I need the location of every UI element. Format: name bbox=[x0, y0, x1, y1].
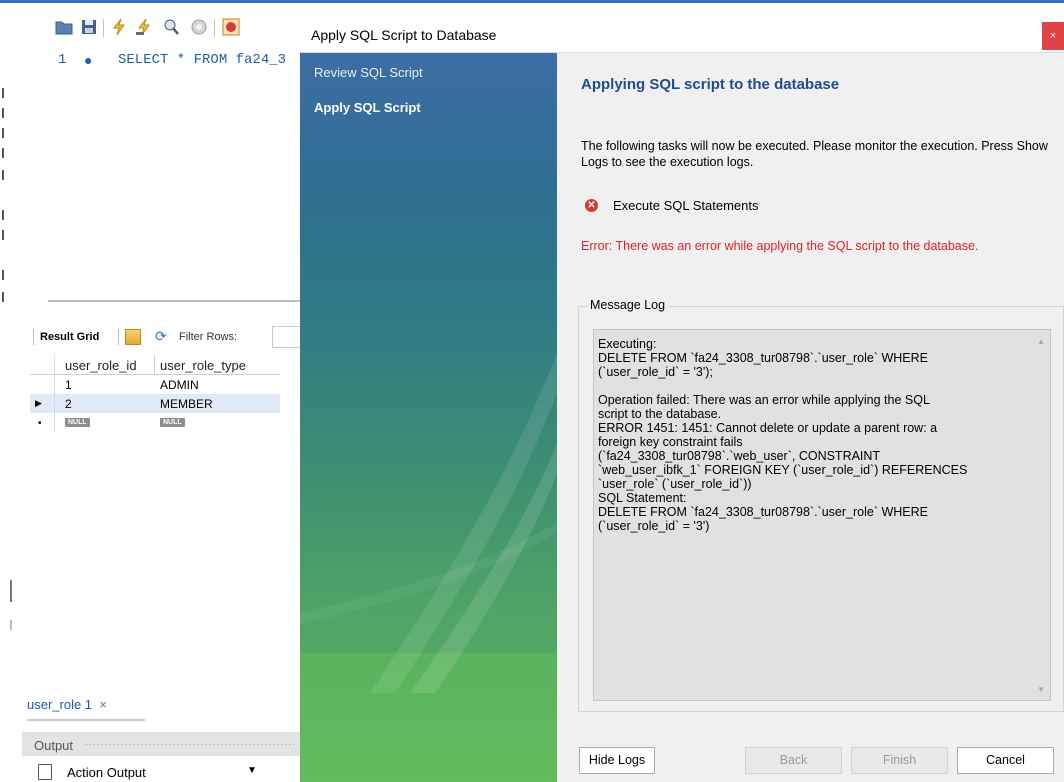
error-icon: ✕ bbox=[585, 199, 598, 212]
toolbar-separator bbox=[33, 329, 34, 345]
close-icon[interactable]: × bbox=[99, 697, 107, 712]
scroll-up-icon[interactable]: ▲ bbox=[1037, 337, 1045, 346]
dialog-title: Apply SQL Script to Database bbox=[311, 27, 497, 43]
step-apply-sql-script: Apply SQL Script bbox=[314, 100, 421, 115]
output-panel-title: Output bbox=[34, 738, 74, 753]
error-message: Error: There was an error while applying… bbox=[581, 239, 979, 253]
editor-results-splitter[interactable] bbox=[48, 300, 300, 302]
row-header-cell[interactable] bbox=[30, 375, 55, 394]
current-row-arrow-icon: ▶ bbox=[35, 398, 42, 408]
tab-underline bbox=[27, 719, 145, 721]
execute-current-statement-icon[interactable] bbox=[135, 18, 153, 36]
decorative-swoosh bbox=[300, 353, 557, 693]
page-title: Applying SQL script to the database bbox=[581, 76, 840, 93]
gutter-mark bbox=[2, 270, 4, 280]
toggle-error-icon[interactable] bbox=[222, 18, 240, 36]
step-review-sql-script: Review SQL Script bbox=[314, 65, 423, 80]
execute-lightning-icon[interactable] bbox=[110, 18, 128, 36]
apply-sql-script-dialog: Apply SQL Script to Database × Review SQ… bbox=[300, 18, 1064, 782]
dialog-titlebar[interactable]: Apply SQL Script to Database × bbox=[300, 18, 1064, 53]
gutter-mark bbox=[2, 148, 4, 158]
gutter-mark bbox=[2, 210, 4, 220]
row-header-cell[interactable]: • bbox=[30, 413, 55, 432]
column-header-user-role-type[interactable]: user_role_type bbox=[160, 358, 246, 373]
cell-user-role-type[interactable]: MEMBER bbox=[160, 397, 213, 411]
grid-header-row: user_role_id user_role_type bbox=[30, 355, 280, 375]
back-button[interactable]: Back bbox=[745, 747, 842, 774]
message-log-title: Message Log bbox=[587, 298, 669, 312]
message-log-text[interactable]: Executing: DELETE FROM `fa24_3308_tur087… bbox=[598, 337, 1026, 533]
gutter-mark bbox=[2, 292, 4, 302]
new-row-marker-icon: • bbox=[38, 418, 42, 429]
row-header-cell bbox=[30, 355, 55, 374]
gutter-mark bbox=[2, 108, 4, 118]
sql-editor[interactable]: 1 ● SELECT * FROM fa24_3 bbox=[8, 50, 300, 295]
hide-logs-button[interactable]: Hide Logs bbox=[579, 747, 655, 774]
gutter-mark bbox=[2, 230, 4, 240]
toolbar-separator bbox=[103, 19, 104, 37]
gutter-mark bbox=[2, 128, 4, 138]
copy-icon[interactable] bbox=[38, 764, 52, 780]
wizard-steps-panel: Review SQL Script Apply SQL Script bbox=[300, 53, 557, 782]
output-type-selector[interactable]: Action Output ▼ bbox=[22, 762, 300, 782]
scroll-down-icon[interactable]: ▼ bbox=[1037, 685, 1045, 694]
vertical-scrollbar[interactable]: ▲ ▼ bbox=[1032, 330, 1050, 700]
window-top-accent bbox=[0, 0, 1064, 3]
gutter-mark bbox=[10, 580, 12, 602]
instructions-text: The following tasks will now be executed… bbox=[581, 139, 1048, 169]
column-divider[interactable] bbox=[154, 355, 155, 374]
row-header-cell[interactable]: ▶ bbox=[30, 394, 55, 413]
output-panel-header: Output bbox=[22, 732, 300, 756]
left-sidebar-edge bbox=[0, 60, 8, 660]
null-badge[interactable]: NULL bbox=[65, 418, 90, 427]
new-row[interactable]: • NULL NULL bbox=[30, 413, 280, 432]
column-header-user-role-id[interactable]: user_role_id bbox=[65, 358, 137, 373]
panel-grip[interactable] bbox=[84, 743, 294, 746]
toolbar-separator bbox=[214, 19, 215, 37]
cell-user-role-id[interactable]: 2 bbox=[65, 397, 72, 411]
grid-view-icon[interactable] bbox=[125, 329, 141, 345]
line-number: 1 bbox=[58, 52, 67, 68]
refresh-icon[interactable]: ⟳ bbox=[155, 328, 167, 345]
null-badge[interactable]: NULL bbox=[160, 418, 185, 427]
cancel-button[interactable]: Cancel bbox=[957, 747, 1054, 774]
message-log-textarea[interactable]: Executing: DELETE FROM `fa24_3308_tur087… bbox=[593, 329, 1051, 701]
explain-magnifier-icon[interactable] bbox=[162, 18, 180, 36]
close-button[interactable]: × bbox=[1042, 22, 1064, 50]
save-icon[interactable] bbox=[80, 18, 98, 36]
open-folder-icon[interactable] bbox=[55, 18, 73, 36]
filter-rows-label: Filter Rows: bbox=[179, 331, 238, 343]
cell-user-role-type[interactable]: ADMIN bbox=[160, 378, 199, 392]
stop-icon[interactable] bbox=[190, 18, 208, 36]
sql-text[interactable]: SELECT * FROM fa24_3 bbox=[118, 52, 286, 68]
sql-editor-toolbar bbox=[0, 18, 300, 48]
gutter-mark bbox=[2, 170, 4, 180]
table-row[interactable]: 1 ADMIN bbox=[30, 375, 280, 394]
wizard-content: Applying SQL script to the database The … bbox=[557, 53, 1064, 782]
toolbar-separator bbox=[118, 329, 119, 345]
filter-rows-input[interactable] bbox=[272, 326, 301, 348]
workbench-window: 1 ● SELECT * FROM fa24_3 Result Grid ⟳ F… bbox=[0, 0, 301, 782]
gutter-mark bbox=[2, 88, 4, 98]
output-type-selected[interactable]: Action Output bbox=[67, 765, 146, 780]
finish-button[interactable]: Finish bbox=[851, 747, 948, 774]
cell-user-role-id[interactable]: 1 bbox=[65, 378, 72, 392]
message-log-group: Message Log Executing: DELETE FROM `fa24… bbox=[578, 298, 1064, 712]
result-tab-label[interactable]: user_role 1 bbox=[27, 697, 92, 712]
result-grid-button[interactable]: Result Grid bbox=[40, 331, 99, 343]
result-toolbar: Result Grid ⟳ Filter Rows: bbox=[30, 326, 301, 348]
chevron-down-icon[interactable]: ▼ bbox=[247, 765, 257, 776]
statement-marker-icon: ● bbox=[84, 52, 93, 68]
left-panel-edge bbox=[10, 580, 18, 630]
result-tab-user-role-1[interactable]: user_role 1 × bbox=[27, 697, 107, 719]
table-row[interactable]: ▶ 2 MEMBER bbox=[30, 394, 280, 413]
task-label: Execute SQL Statements bbox=[613, 198, 759, 213]
gutter-mark bbox=[10, 620, 12, 630]
